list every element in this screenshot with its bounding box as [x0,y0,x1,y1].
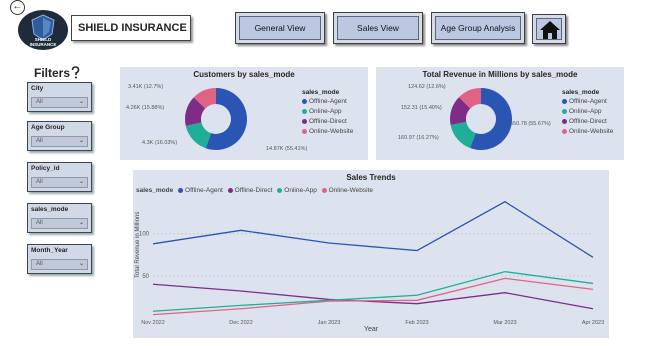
sales-view-label: Sales View [337,16,419,40]
data-label: 152.31 (15.40%) [401,105,442,111]
x-axis-title: Year [363,326,379,333]
page-title: SHIELD INSURANCE [71,15,191,41]
chevron-down-icon: ⌄ [78,99,84,105]
logo: SHIELD INSURANCE [18,10,68,50]
filters-title: Filters [34,66,81,80]
sales-trends-panel: Sales Trends sales_mode Offline-Agent Of… [133,170,609,338]
home-button[interactable] [532,14,566,44]
data-label: 3.41K (12.7%) [128,84,164,90]
policy-id-dropdown[interactable]: All ⌄ [31,177,88,188]
age-group-dropdown[interactable]: All ⌄ [31,136,88,147]
general-view-label: General View [239,16,321,40]
y-tick-label: 50 [142,274,149,280]
data-label: 14.87K (55.41%) [266,146,308,152]
age-group-analysis-button[interactable]: Age Group Analysis [431,12,525,44]
revenue-donut-panel: Total Revenue in Millions by sales_mode … [376,67,624,160]
chevron-down-icon: ⌄ [78,138,84,144]
slicer-month-year[interactable]: Month_Year All ⌄ [27,244,92,274]
legend: sales_mode Offline-Agent Online-App Offl… [562,89,614,135]
chevron-down-icon: ⌄ [78,220,84,226]
slicer-sales-mode[interactable]: sales_mode All ⌄ [27,203,92,233]
age-group-analysis-label: Age Group Analysis [435,16,521,40]
series-line-offline-agent[interactable] [152,200,594,258]
slicer-age-group[interactable]: Age Group All ⌄ [27,121,92,151]
back-arrow-icon: ← [12,1,23,12]
customers-donut-panel: Customers by sales_mode 3.41K (12.7%) 4.… [120,67,368,160]
data-label: 160.97 (16.27%) [398,135,439,141]
general-view-button[interactable]: General View [235,12,325,44]
chevron-down-icon: ⌄ [78,261,84,267]
slicer-policy-id[interactable]: Policy_id All ⌄ [27,162,92,192]
home-icon [540,21,560,39]
chevron-down-icon: ⌄ [78,179,84,185]
data-label: 124.62 (12.6%) [408,84,446,90]
city-dropdown[interactable]: All ⌄ [31,97,88,108]
sales-trends-line-chart[interactable]: 50100Nov 2022 Dec 2022 Jan 2023 Feb 2023 Mar… [133,170,609,338]
series-line-online-app[interactable] [152,270,594,312]
data-label: 550.78 (55.67%) [510,121,551,127]
y-axis-title: Total Revenue in Millions [135,211,141,278]
question-icon [71,66,80,79]
month-year-dropdown[interactable]: All ⌄ [31,259,88,270]
data-label: 4.3K (16.03%) [142,140,178,146]
sales-view-button[interactable]: Sales View [333,12,423,44]
slicer-city[interactable]: City All ⌄ [27,82,92,112]
sales-mode-dropdown[interactable]: All ⌄ [31,218,88,229]
back-button[interactable]: ← [10,0,25,15]
series-line-offline-direct[interactable] [152,283,594,310]
data-label: 4.26K (15.88%) [126,105,165,111]
legend: sales_mode Offline-Agent Online-App Offl… [302,89,354,135]
